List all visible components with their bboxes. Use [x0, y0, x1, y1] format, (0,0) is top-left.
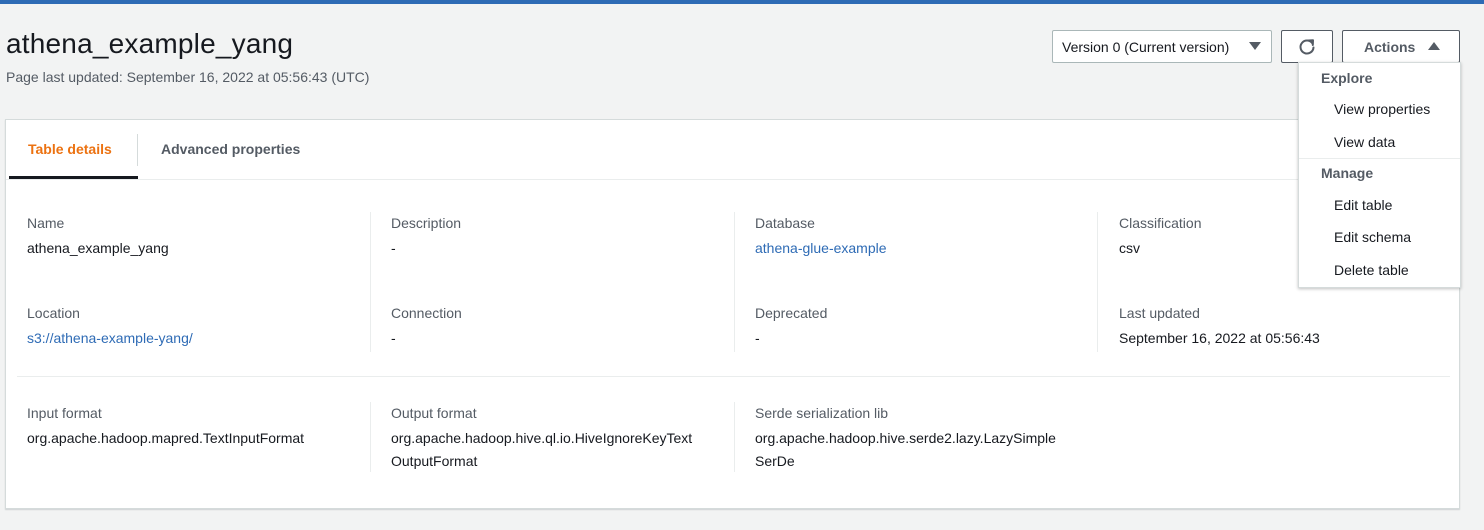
property-connection: Connection -: [391, 303, 721, 350]
property-value-line: SerDe: [755, 453, 795, 469]
property-database: Database athena-glue-example: [755, 213, 1085, 260]
property-description: Description -: [391, 213, 721, 260]
menu-group-manage: Manage: [1321, 165, 1374, 181]
row-divider: [17, 376, 1450, 377]
property-label: Database: [755, 215, 815, 231]
version-select-label: Version 0 (Current version): [1062, 38, 1230, 55]
caret-down-icon: [1249, 42, 1261, 50]
property-value: -: [755, 330, 760, 346]
property-value: athena_example_yang: [27, 240, 169, 256]
column-divider: [734, 212, 735, 352]
page-last-updated: Page last updated: September 16, 2022 at…: [6, 69, 370, 85]
column-divider: [370, 212, 371, 352]
actions-dropdown-menu: Explore View properties View data Manage…: [1298, 62, 1461, 288]
menu-item-delete-table[interactable]: Delete table: [1334, 262, 1409, 278]
database-link[interactable]: athena-glue-example: [755, 237, 1085, 260]
property-value-line: org.apache.hadoop.hive.ql.io.HiveIgnoreK…: [391, 430, 693, 446]
property-value: org.apache.hadoop.hive.ql.io.HiveIgnoreK…: [391, 427, 721, 473]
property-label: Description: [391, 215, 462, 231]
active-tab-indicator: [9, 176, 138, 179]
menu-item-edit-schema[interactable]: Edit schema: [1334, 229, 1411, 245]
tab-bar: Table details Advanced properties: [6, 120, 1459, 180]
property-location: Location s3://athena-example-yang/: [27, 303, 357, 350]
menu-item-edit-table[interactable]: Edit table: [1334, 197, 1392, 213]
property-label: Serde serialization lib: [755, 405, 889, 421]
property-value: -: [391, 330, 396, 346]
property-name: Name athena_example_yang: [27, 213, 357, 260]
menu-divider: [1299, 158, 1460, 159]
tab-table-details[interactable]: Table details: [28, 141, 112, 157]
refresh-button[interactable]: [1281, 30, 1333, 63]
property-last-updated: Last updated September 16, 2022 at 05:56…: [1119, 303, 1449, 350]
property-label: Name: [27, 215, 65, 231]
property-label: Last updated: [1119, 305, 1200, 321]
property-serde-lib: Serde serialization lib org.apache.hadoo…: [755, 403, 1085, 473]
table-details-panel: Table details Advanced properties Name a…: [5, 119, 1460, 509]
property-label: Connection: [391, 305, 462, 321]
menu-group-explore: Explore: [1321, 70, 1373, 86]
column-divider: [734, 402, 735, 472]
property-label: Input format: [27, 405, 102, 421]
top-accent-bar: [0, 0, 1484, 4]
property-input-format: Input format org.apache.hadoop.mapred.Te…: [27, 403, 357, 450]
actions-button[interactable]: Actions: [1342, 30, 1460, 63]
page-title: athena_example_yang: [6, 28, 294, 59]
property-label: Output format: [391, 405, 477, 421]
tab-advanced-properties[interactable]: Advanced properties: [161, 141, 300, 157]
property-value-line: org.apache.hadoop.hive.serde2.lazy.LazyS…: [755, 430, 1056, 446]
location-link[interactable]: s3://athena-example-yang/: [27, 327, 357, 350]
column-divider: [1097, 212, 1098, 352]
property-output-format: Output format org.apache.hadoop.hive.ql.…: [391, 403, 721, 473]
property-label: Deprecated: [755, 305, 828, 321]
property-value-line: OutputFormat: [391, 453, 478, 469]
column-divider: [370, 402, 371, 472]
property-value: -: [391, 240, 396, 256]
caret-up-icon: [1428, 42, 1440, 50]
refresh-icon: [1299, 38, 1315, 54]
menu-item-view-data[interactable]: View data: [1334, 134, 1395, 150]
property-label: Location: [27, 305, 80, 321]
actions-button-label: Actions: [1364, 38, 1416, 55]
property-value: org.apache.hadoop.hive.serde2.lazy.LazyS…: [755, 427, 1085, 473]
property-deprecated: Deprecated -: [755, 303, 1085, 350]
property-value: org.apache.hadoop.mapred.TextInputFormat: [27, 430, 305, 446]
menu-item-view-properties[interactable]: View properties: [1334, 101, 1430, 117]
tab-divider: [137, 134, 138, 166]
version-select[interactable]: Version 0 (Current version): [1052, 30, 1272, 63]
property-value: September 16, 2022 at 05:56:43: [1119, 330, 1320, 346]
